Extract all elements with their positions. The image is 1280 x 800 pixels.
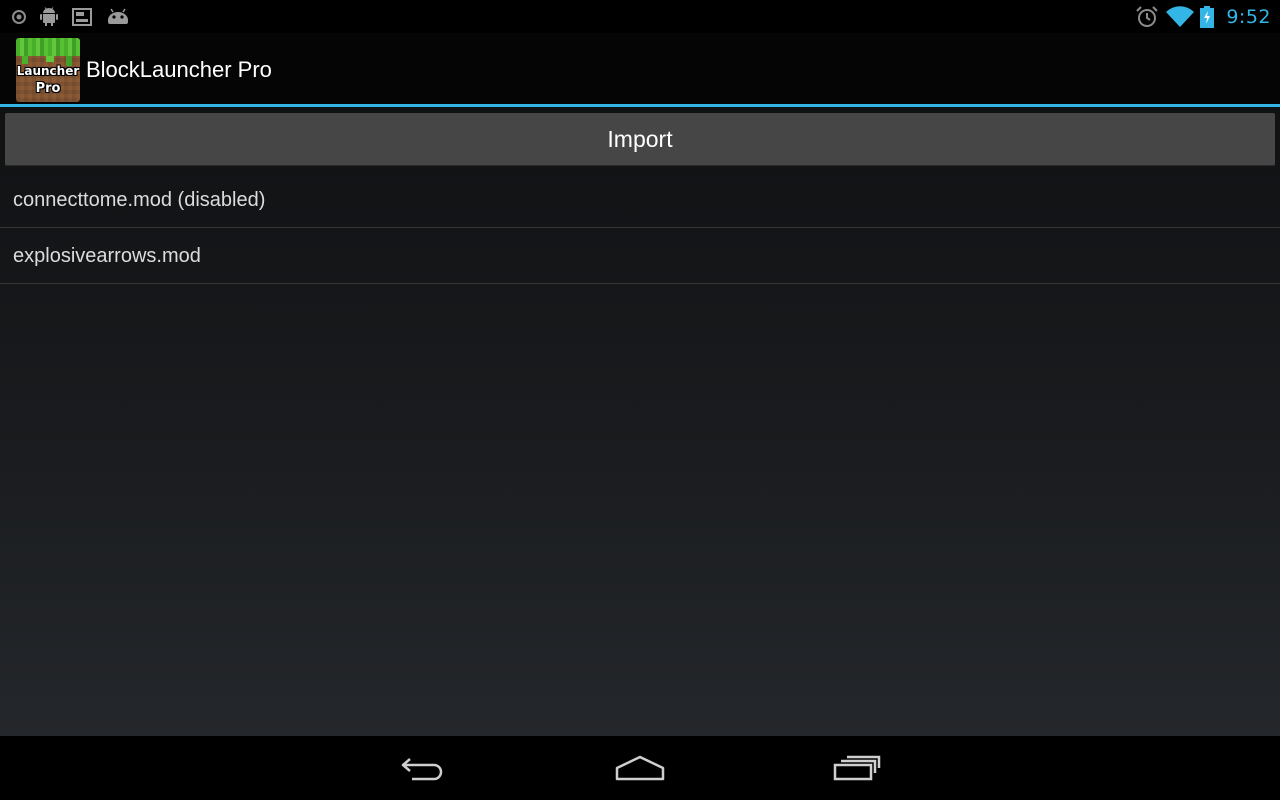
app-icon-label-line2: Pro xyxy=(35,81,61,96)
system-icons: 9:52 xyxy=(1136,0,1280,33)
navigation-bar xyxy=(0,736,1280,800)
battery-charging-icon xyxy=(1200,5,1215,28)
grass-texture xyxy=(16,38,80,56)
notification-dot-icon xyxy=(12,10,26,24)
recent-apps-icon xyxy=(833,755,881,781)
recent-apps-button[interactable] xyxy=(802,736,912,800)
import-button[interactable]: Import xyxy=(5,113,1275,166)
action-bar: Launcher Pro BlockLauncher Pro xyxy=(0,33,1280,104)
android-debug-icon xyxy=(40,7,58,27)
screenshot-icon xyxy=(72,8,92,26)
home-button[interactable] xyxy=(585,736,695,800)
clock-time: 9:52 xyxy=(1226,5,1271,28)
mod-list-item[interactable]: connecttome.mod (disabled) xyxy=(0,172,1280,228)
home-icon xyxy=(615,755,665,781)
app-title: BlockLauncher Pro xyxy=(86,57,272,82)
status-bar: 9:52 xyxy=(0,0,1280,33)
mod-list: connecttome.mod (disabled) explosivearro… xyxy=(0,172,1280,284)
alarm-icon xyxy=(1136,5,1159,28)
mod-list-item[interactable]: explosivearrows.mod xyxy=(0,228,1280,284)
screen: 9:52 Launcher Pro BlockLauncher Pro Impo… xyxy=(0,0,1280,800)
content-area: Import connecttome.mod (disabled) explos… xyxy=(0,107,1280,736)
back-icon xyxy=(400,755,446,781)
wifi-icon xyxy=(1166,5,1195,28)
app-icon-label-line1: Launcher xyxy=(16,64,80,78)
android-game-icon xyxy=(106,8,130,26)
grass-drip xyxy=(46,56,54,62)
notification-icons xyxy=(12,6,130,28)
back-button[interactable] xyxy=(368,736,478,800)
grass-drip xyxy=(22,56,28,64)
app-icon[interactable]: Launcher Pro xyxy=(16,38,80,102)
